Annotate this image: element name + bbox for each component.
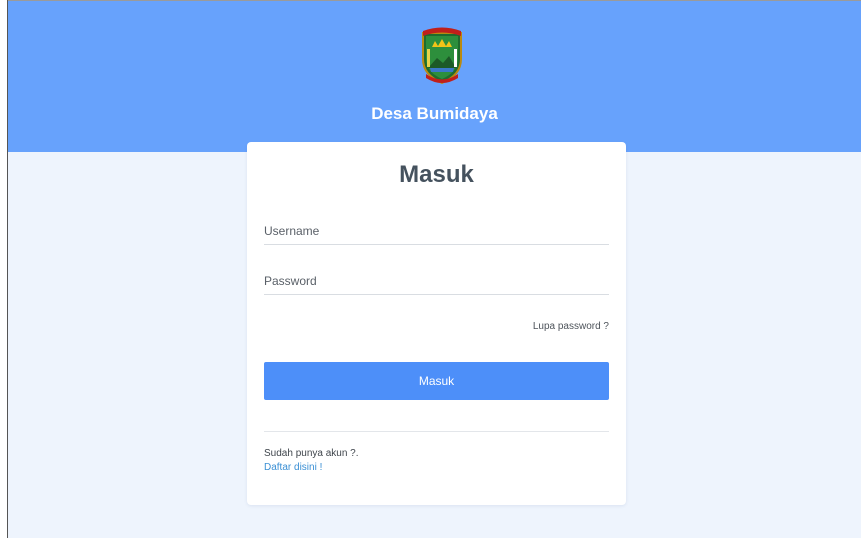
password-input[interactable]	[264, 268, 609, 295]
divider	[264, 431, 609, 432]
window-left-border	[0, 0, 8, 538]
login-card: Masuk Lupa password ? Masuk Sudah punya …	[247, 142, 626, 505]
username-input[interactable]	[264, 218, 609, 245]
have-account-text: Sudah punya akun ?.	[264, 448, 359, 459]
register-link[interactable]: Daftar disini !	[264, 462, 322, 473]
regency-crest-logo	[422, 27, 462, 85]
login-title: Masuk	[399, 161, 474, 188]
site-title: Desa Bumidaya	[371, 104, 498, 123]
forgot-password-link[interactable]: Lupa password ?	[533, 321, 609, 332]
login-button[interactable]: Masuk	[264, 362, 609, 400]
header-banner: Desa Bumidaya	[8, 1, 861, 152]
